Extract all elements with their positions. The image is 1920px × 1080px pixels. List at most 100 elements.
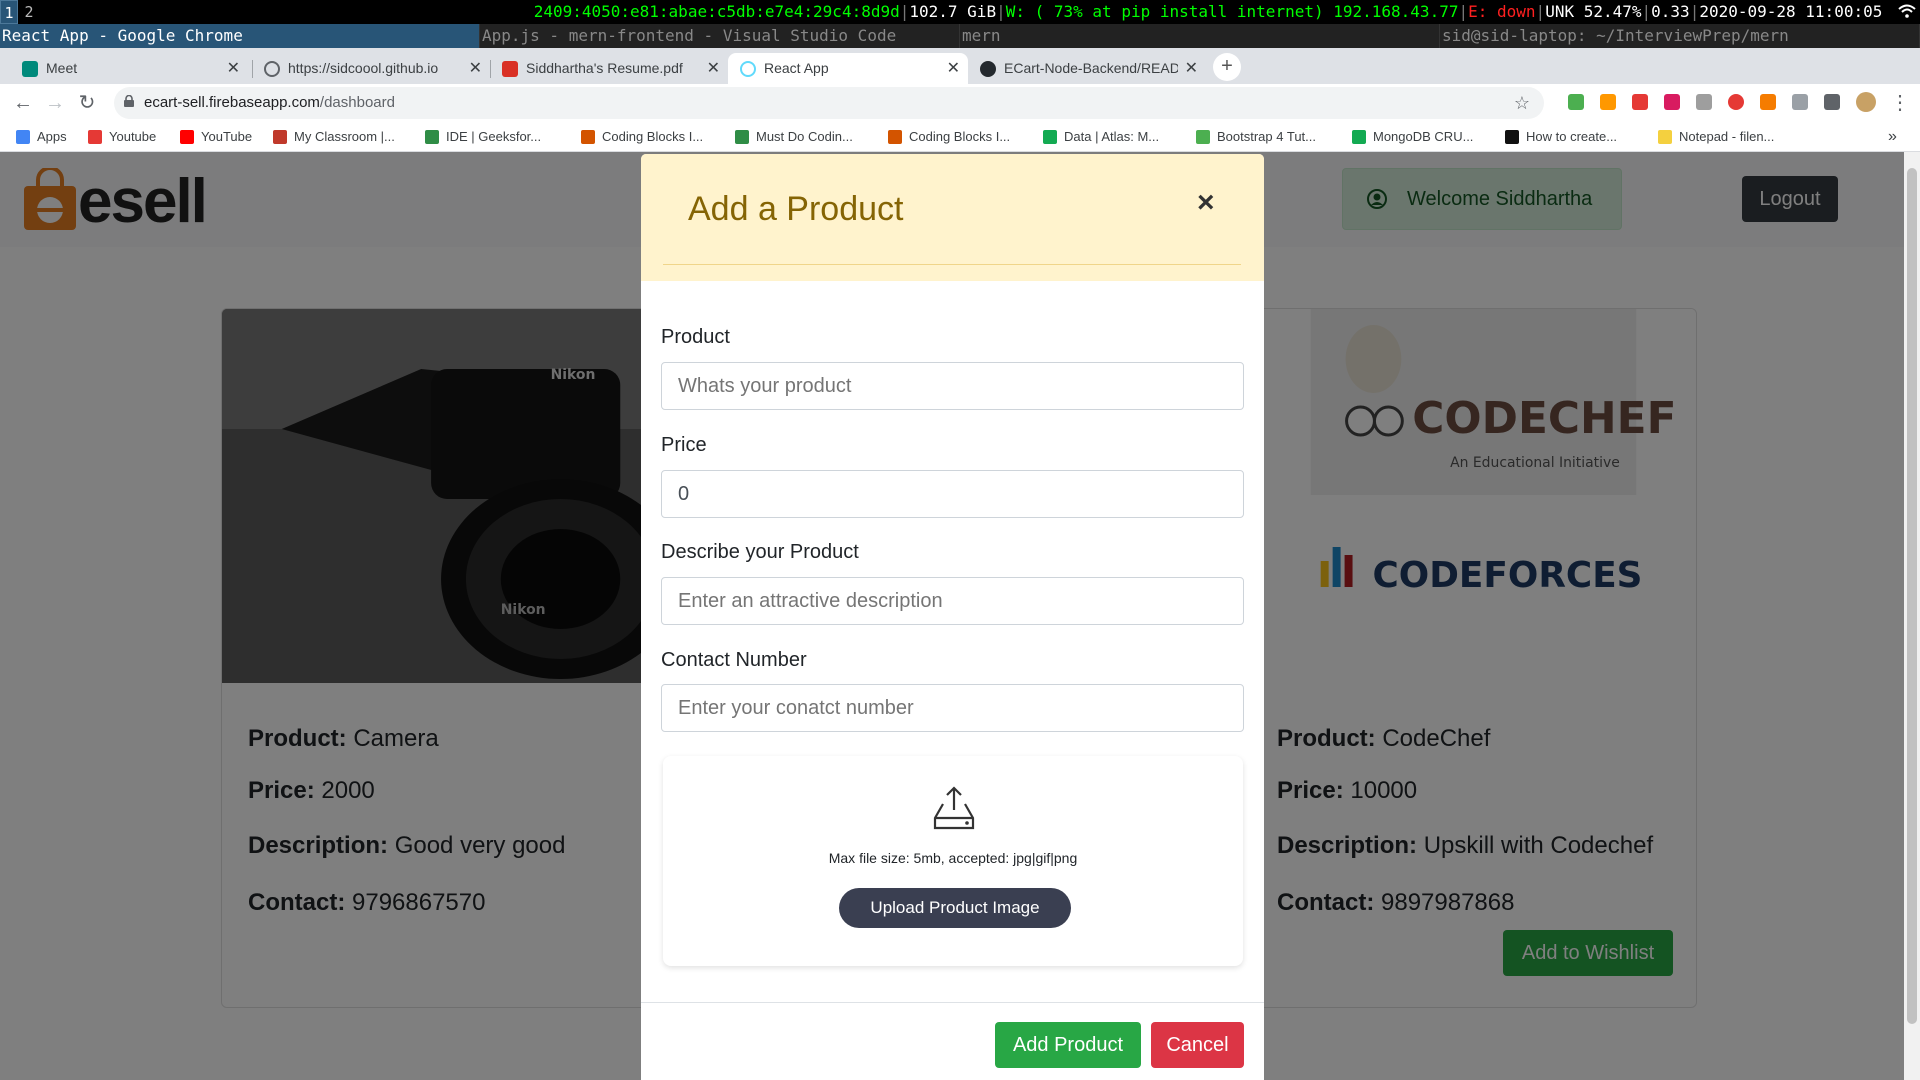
mongodb-icon xyxy=(1352,130,1366,144)
product-label: Product xyxy=(661,326,730,348)
tab-title: https://sidcoool.github.io xyxy=(288,60,439,76)
tab-resume-pdf[interactable]: Siddhartha's Resume.pdf ✕ xyxy=(490,53,728,84)
date-time: 2020-09-28 11:00:05 xyxy=(1699,2,1883,21)
status-info: 2409:4050:e81:abae:c5db:e7e4:29c4:8d9d|1… xyxy=(534,0,1916,24)
globe-icon xyxy=(264,61,280,77)
price-label: Price xyxy=(661,434,707,456)
window-title-terminal[interactable]: sid@sid-laptop: ~/InterviewPrep/mern xyxy=(1440,24,1920,48)
tab-ecart-backend[interactable]: ECart-Node-Backend/README ✕ xyxy=(968,53,1206,84)
menu-kebab-icon[interactable]: ⋮ xyxy=(1890,90,1910,115)
upload-image-button[interactable]: Upload Product Image xyxy=(839,888,1071,928)
tab-react-app[interactable]: React App ✕ xyxy=(728,53,968,84)
window-title-mern[interactable]: mern xyxy=(960,24,1440,48)
web-page: esell Welcome Siddhartha Logout Nikon Ni… xyxy=(0,152,1920,1080)
react-icon xyxy=(740,61,756,77)
bookmark-label: My Classroom |... xyxy=(294,129,395,144)
tab-title: Siddhartha's Resume.pdf xyxy=(526,60,683,76)
add-product-button[interactable]: Add Product xyxy=(995,1022,1141,1068)
profile-avatar[interactable] xyxy=(1856,92,1876,112)
bookmark-icon xyxy=(581,130,595,144)
bookmark-icon xyxy=(1196,130,1210,144)
extension-icon[interactable] xyxy=(1728,94,1744,110)
extension-icon[interactable] xyxy=(1632,94,1648,110)
bookmark-label: Data | Atlas: M... xyxy=(1064,129,1160,144)
contact-label: Contact Number xyxy=(661,649,807,671)
upload-tray-icon xyxy=(933,786,975,830)
bookmark-icon xyxy=(425,130,439,144)
workspace-2[interactable]: 2 xyxy=(20,0,38,24)
image-upload-dropzone[interactable]: Max file size: 5mb, accepted: jpg|gif|pn… xyxy=(663,756,1243,966)
contact-input[interactable] xyxy=(661,684,1244,732)
bookmark-icon xyxy=(735,130,749,144)
extension-icon[interactable] xyxy=(1568,94,1584,110)
price-input[interactable]: 0 xyxy=(661,470,1244,518)
bookmark-icon xyxy=(273,130,287,144)
bookmarks-bar: Apps Youtube YouTube My Classroom |... I… xyxy=(0,122,1920,152)
bookmark-label: Youtube xyxy=(109,129,157,144)
tab-meet[interactable]: Meet ✕ xyxy=(10,53,248,84)
puzzle-icon[interactable] xyxy=(1824,94,1840,110)
extension-icon[interactable] xyxy=(1600,94,1616,110)
mongodb-icon xyxy=(1043,130,1057,144)
browser-toolbar: ← → ↻ ecart-sell.firebaseapp.com/dashboa… xyxy=(0,84,1920,122)
bookmark-label: Bootstrap 4 Tut... xyxy=(1217,129,1316,144)
extension-icon[interactable] xyxy=(1696,94,1712,110)
description-input[interactable] xyxy=(661,577,1244,625)
extension-icon[interactable] xyxy=(1792,94,1808,110)
close-icon[interactable]: ✕ xyxy=(1185,53,1198,84)
wifi-status: W: ( 73% at pip install internet) 192.16… xyxy=(1005,2,1459,21)
reload-icon[interactable]: ↻ xyxy=(74,90,100,116)
divider xyxy=(641,1002,1264,1003)
bookmark-label: Must Do Codin... xyxy=(756,129,853,144)
bookmark-star-icon[interactable]: ☆ xyxy=(1514,87,1530,119)
wifi-icon xyxy=(1898,4,1916,18)
close-icon[interactable]: ✕ xyxy=(227,53,240,84)
close-icon[interactable]: ✕ xyxy=(947,53,960,84)
apps-grid-icon xyxy=(16,130,30,144)
bookmark-label: Coding Blocks I... xyxy=(602,129,704,144)
description-label: Describe your Product xyxy=(661,541,859,563)
bookmarks-overflow-icon[interactable]: » xyxy=(1888,122,1897,152)
add-product-modal: Add a Product × Product Price 0 Describe… xyxy=(641,154,1264,1080)
tab-github-io[interactable]: https://sidcoool.github.io ✕ xyxy=(252,53,490,84)
cancel-button[interactable]: Cancel xyxy=(1151,1022,1244,1068)
extension-icon[interactable] xyxy=(1664,94,1680,110)
browser-tab-strip: Meet ✕ https://sidcoool.github.io ✕ Sidd… xyxy=(0,48,1920,84)
page-scrollbar[interactable] xyxy=(1904,152,1920,1080)
back-arrow-icon[interactable]: ← xyxy=(10,90,36,116)
bookmark-label: IDE | Geeksfor... xyxy=(446,129,542,144)
ipv6-address: 2409:4050:e81:abae:c5db:e7e4:29c4:8d9d xyxy=(533,2,900,21)
url-host: ecart-sell.firebaseapp.com xyxy=(144,94,320,111)
product-input[interactable] xyxy=(661,362,1244,410)
bookmark-icon xyxy=(88,130,102,144)
meet-icon xyxy=(22,61,38,77)
battery-status: UNK 52.47% xyxy=(1545,2,1642,21)
window-title-vscode[interactable]: App.js - mern-frontend - Visual Studio C… xyxy=(480,24,960,48)
github-icon xyxy=(980,61,996,77)
bookmark-label: How to create... xyxy=(1526,129,1618,144)
load-average: 0.33 xyxy=(1651,2,1690,21)
close-icon[interactable]: × xyxy=(1197,186,1215,220)
bookmark-label: MongoDB CRU... xyxy=(1373,129,1474,144)
bookmark-label: Apps xyxy=(37,129,67,144)
forward-arrow-icon[interactable]: → xyxy=(42,90,68,116)
tab-title: Meet xyxy=(46,60,78,76)
close-icon[interactable]: ✕ xyxy=(469,53,482,84)
disk-free: 102.7 GiB xyxy=(909,2,997,21)
workspace-1[interactable]: 1 xyxy=(0,0,18,24)
extension-icon[interactable] xyxy=(1760,94,1776,110)
youtube-icon xyxy=(180,130,194,144)
window-title-chrome[interactable]: React App - Google Chrome xyxy=(0,24,480,48)
tab-title: React App xyxy=(764,60,829,76)
modal-title: Add a Product xyxy=(688,190,904,228)
divider xyxy=(663,264,1241,265)
notepad-icon xyxy=(1658,130,1672,144)
new-tab-button[interactable]: + xyxy=(1213,53,1241,81)
bookmark-label: YouTube xyxy=(201,129,253,144)
window-title-bar: React App - Google Chrome App.js - mern-… xyxy=(0,24,1920,48)
scrollbar-thumb[interactable] xyxy=(1907,168,1917,1024)
upload-hint: Max file size: 5mb, accepted: jpg|gif|pn… xyxy=(828,850,1078,866)
close-icon[interactable]: ✕ xyxy=(707,53,720,84)
system-status-bar: 1 2 2409:4050:e81:abae:c5db:e7e4:29c4:8d… xyxy=(0,0,1920,24)
address-bar[interactable]: ecart-sell.firebaseapp.com/dashboard ☆ xyxy=(114,87,1544,119)
